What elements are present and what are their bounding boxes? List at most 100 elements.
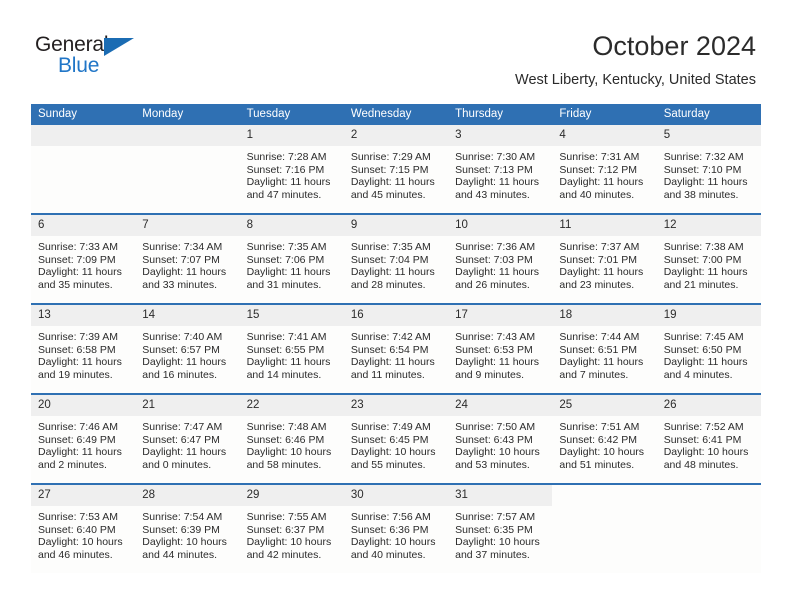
- sunset-text: Sunset: 6:36 PM: [350, 523, 429, 536]
- calendar-day-cell[interactable]: 14 Sunrise: 7:40 AM Sunset: 6:57 PM Dayligh…: [135, 303, 240, 394]
- calendar-day-cell[interactable]: 18 Sunrise: 7:44 AM Sunset: 6:51 PM Dayligh…: [552, 303, 657, 394]
- day-number: [31, 125, 136, 146]
- day-number: 28: [135, 485, 240, 506]
- daylight-text-line2: and 21 minutes.: [663, 278, 739, 291]
- calendar-header-row: Sunday Monday Tuesday Wednesday Thursday Frid…: [31, 104, 761, 125]
- sunrise-text: Sunrise: 7:43 AM: [455, 331, 536, 343]
- location-subtitle: West Liberty, Kentucky, United States: [515, 72, 756, 88]
- calendar-day-cell[interactable]: 8 Sunrise: 7:35 AM Sunset: 7:06 PM Daylight…: [239, 213, 344, 304]
- day-number: 6: [31, 215, 136, 236]
- calendar-day-cell[interactable]: 31 Sunrise: 7:57 AM Sunset: 6:35 PM Dayligh…: [448, 483, 553, 573]
- day-sun-info: Sunrise: 7:51 AM Sunset: 6:42 PM Daylight:…: [552, 416, 656, 471]
- calendar-day-cell[interactable]: 17 Sunrise: 7:43 AM Sunset: 6:53 PM Dayligh…: [448, 303, 553, 394]
- day-sun-info: Sunrise: 7:31 AM Sunset: 7:12 PM Daylight:…: [552, 146, 656, 201]
- daylight-text-line2: and 42 minutes.: [246, 548, 322, 561]
- daylight-text-line1: Daylight: 10 hours: [663, 446, 749, 459]
- day-number: 22: [239, 395, 344, 416]
- calendar-day-cell[interactable]: 5 Sunrise: 7:32 AM Sunset: 7:10 PM Daylight…: [656, 125, 761, 214]
- day-number: 7: [135, 215, 240, 236]
- calendar-day-cell[interactable]: 10 Sunrise: 7:36 AM Sunset: 7:03 PM Dayligh…: [448, 213, 553, 304]
- daylight-text-line2: and 35 minutes.: [38, 278, 113, 291]
- day-number: 20: [31, 395, 136, 416]
- sunset-text: Sunset: 6:47 PM: [142, 433, 220, 446]
- daylight-text-line1: Daylight: 11 hours: [455, 176, 539, 189]
- calendar-day-cell[interactable]: 6 Sunrise: 7:33 AM Sunset: 7:09 PM Daylight…: [31, 213, 136, 304]
- sunrise-text: Sunrise: 7:49 AM: [350, 421, 431, 433]
- calendar-day-cell[interactable]: 11 Sunrise: 7:37 AM Sunset: 7:01 PM Dayligh…: [552, 213, 657, 304]
- calendar-day-cell[interactable]: 30 Sunrise: 7:56 AM Sunset: 6:36 PM Dayligh…: [343, 483, 449, 573]
- day-number: 11: [552, 215, 657, 236]
- daylight-text-line1: Daylight: 11 hours: [350, 266, 435, 279]
- sunset-text: Sunset: 7:06 PM: [246, 253, 325, 266]
- sunrise-text: Sunrise: 7:51 AM: [559, 421, 640, 433]
- sunset-text: Sunset: 6:41 PM: [663, 433, 742, 446]
- sunrise-text: Sunrise: 7:29 AM: [350, 151, 431, 163]
- daylight-text-line2: and 16 minutes.: [142, 368, 217, 381]
- calendar-day-cell[interactable]: 1 Sunrise: 7:28 AM Sunset: 7:16 PM Daylight…: [239, 125, 344, 214]
- sunset-text: Sunset: 7:13 PM: [455, 163, 533, 176]
- calendar-day-cell[interactable]: 19 Sunrise: 7:45 AM Sunset: 6:50 PM Dayligh…: [656, 303, 761, 394]
- day-number: [552, 485, 657, 506]
- calendar-day-cell[interactable]: 3 Sunrise: 7:30 AM Sunset: 7:13 PM Daylight…: [448, 125, 553, 214]
- day-sun-info: Sunrise: 7:34 AM Sunset: 7:07 PM Daylight:…: [135, 236, 239, 291]
- calendar-day-cell[interactable]: 27 Sunrise: 7:53 AM Sunset: 6:40 PM Dayligh…: [31, 483, 136, 573]
- daylight-text-line2: and 48 minutes.: [663, 458, 739, 471]
- sunset-text: Sunset: 6:53 PM: [455, 343, 533, 356]
- daylight-text-line2: and 4 minutes.: [663, 368, 733, 381]
- sunrise-text: Sunrise: 7:44 AM: [559, 331, 640, 343]
- sunrise-text: Sunrise: 7:45 AM: [663, 331, 744, 343]
- weekday-header-wednesday: Wednesday: [343, 104, 449, 125]
- daylight-text-line2: and 53 minutes.: [455, 458, 530, 471]
- daylight-text-line1: Daylight: 11 hours: [142, 266, 227, 279]
- calendar-day-cell[interactable]: 25 Sunrise: 7:51 AM Sunset: 6:42 PM Dayligh…: [552, 393, 657, 484]
- daylight-text-line1: Daylight: 10 hours: [246, 536, 332, 549]
- calendar-day-cell[interactable]: 22 Sunrise: 7:48 AM Sunset: 6:46 PM Dayligh…: [239, 393, 344, 484]
- calendar-cell-empty: [31, 125, 136, 214]
- calendar-day-cell[interactable]: 13 Sunrise: 7:39 AM Sunset: 6:58 PM Dayligh…: [31, 303, 136, 394]
- calendar-day-cell[interactable]: 2 Sunrise: 7:29 AM Sunset: 7:15 PM Daylight…: [343, 125, 449, 214]
- daylight-text-line2: and 43 minutes.: [455, 188, 530, 201]
- daylight-text-line2: and 38 minutes.: [663, 188, 739, 201]
- daylight-text-line2: and 14 minutes.: [246, 368, 322, 381]
- calendar-day-cell[interactable]: 20 Sunrise: 7:46 AM Sunset: 6:49 PM Dayligh…: [31, 393, 136, 484]
- calendar-day-cell[interactable]: 4 Sunrise: 7:31 AM Sunset: 7:12 PM Daylight…: [552, 125, 657, 214]
- sunrise-text: Sunrise: 7:55 AM: [246, 511, 327, 523]
- weekday-header-thursday: Thursday: [448, 104, 553, 125]
- generalblue-logo[interactable]: General Blue: [35, 33, 175, 81]
- day-sun-info: Sunrise: 7:40 AM Sunset: 6:57 PM Daylight:…: [135, 326, 239, 381]
- calendar-day-cell[interactable]: 21 Sunrise: 7:47 AM Sunset: 6:47 PM Dayligh…: [135, 393, 240, 484]
- sunset-text: Sunset: 7:16 PM: [246, 163, 325, 176]
- calendar-page: General Blue October 2024 West Liberty, …: [0, 0, 792, 612]
- sunrise-text: Sunrise: 7:42 AM: [350, 331, 431, 343]
- calendar-day-cell[interactable]: 16 Sunrise: 7:42 AM Sunset: 6:54 PM Dayligh…: [343, 303, 449, 394]
- calendar-day-cell[interactable]: 24 Sunrise: 7:50 AM Sunset: 6:43 PM Dayligh…: [448, 393, 553, 484]
- calendar-day-cell[interactable]: 12 Sunrise: 7:38 AM Sunset: 7:00 PM Dayligh…: [656, 213, 761, 304]
- sunset-text: Sunset: 6:42 PM: [559, 433, 638, 446]
- daylight-text-line2: and 23 minutes.: [559, 278, 635, 291]
- calendar-day-cell[interactable]: 26 Sunrise: 7:52 AM Sunset: 6:41 PM Dayligh…: [656, 393, 761, 484]
- calendar-day-cell[interactable]: 9 Sunrise: 7:35 AM Sunset: 7:04 PM Daylight…: [343, 213, 449, 304]
- daylight-text-line2: and 47 minutes.: [246, 188, 322, 201]
- sunset-text: Sunset: 7:04 PM: [350, 253, 429, 266]
- daylight-text-line2: and 37 minutes.: [455, 548, 530, 561]
- sunrise-text: Sunrise: 7:34 AM: [142, 241, 223, 253]
- daylight-text-line2: and 26 minutes.: [455, 278, 530, 291]
- daylight-text-line1: Daylight: 11 hours: [142, 446, 227, 459]
- daylight-text-line1: Daylight: 10 hours: [350, 446, 436, 459]
- weekday-header-tuesday: Tuesday: [239, 104, 344, 125]
- daylight-text-line1: Daylight: 10 hours: [455, 536, 540, 549]
- sunrise-text: Sunrise: 7:28 AM: [246, 151, 327, 163]
- sunrise-text: Sunrise: 7:53 AM: [38, 511, 118, 523]
- day-number: 31: [448, 485, 553, 506]
- calendar-day-cell[interactable]: 28 Sunrise: 7:54 AM Sunset: 6:39 PM Dayligh…: [135, 483, 240, 573]
- calendar-week-row: 20 Sunrise: 7:46 AM Sunset: 6:49 PM Dayligh…: [31, 393, 761, 484]
- calendar-day-cell[interactable]: 23 Sunrise: 7:49 AM Sunset: 6:45 PM Dayligh…: [343, 393, 449, 484]
- calendar-day-cell[interactable]: 7 Sunrise: 7:34 AM Sunset: 7:07 PM Daylight…: [135, 213, 240, 304]
- daylight-text-line1: Daylight: 11 hours: [38, 446, 122, 459]
- calendar-day-cell[interactable]: 29 Sunrise: 7:55 AM Sunset: 6:37 PM Dayligh…: [239, 483, 344, 573]
- calendar-day-cell[interactable]: 15 Sunrise: 7:41 AM Sunset: 6:55 PM Dayligh…: [239, 303, 344, 394]
- day-sun-info: Sunrise: 7:29 AM Sunset: 7:15 PM Daylight:…: [344, 146, 448, 201]
- sunset-text: Sunset: 6:55 PM: [246, 343, 325, 356]
- sunrise-text: Sunrise: 7:35 AM: [350, 241, 431, 253]
- sunrise-text: Sunrise: 7:35 AM: [246, 241, 327, 253]
